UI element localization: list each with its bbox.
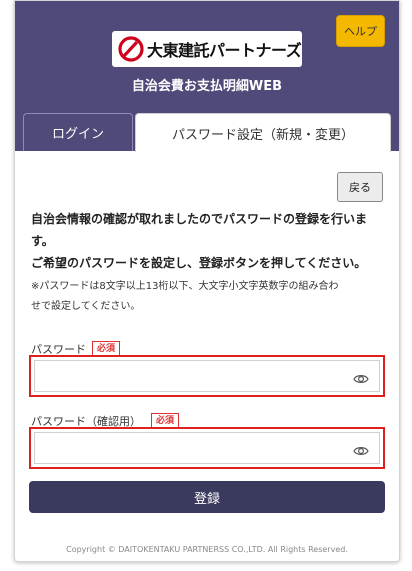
- message-line: 自治会情報の確認が取れましたのでパスワードの登録を行いま: [31, 212, 368, 226]
- note-line: せで設定してください。: [31, 301, 141, 312]
- header: ヘルプ 大東建託パートナーズ 自治会費お支払明細WEB ログイン パスワード設定…: [15, 1, 399, 152]
- message-line: す。: [31, 234, 54, 248]
- password-input[interactable]: [34, 360, 380, 392]
- password-rule-note: ※パスワードは8文字以上13桁以下、大文字小文字英数字の組み合わ せで設定してく…: [31, 277, 387, 317]
- tab-login[interactable]: ログイン: [23, 113, 133, 151]
- tab-password-setting[interactable]: パスワード設定（新規・変更）: [135, 113, 391, 152]
- register-button[interactable]: 登録: [29, 481, 385, 513]
- password-highlight: [29, 355, 385, 397]
- page-card: ヘルプ 大東建託パートナーズ 自治会費お支払明細WEB ログイン パスワード設定…: [14, 0, 400, 562]
- eye-icon[interactable]: [353, 371, 369, 387]
- company-logo: 大東建託パートナーズ: [112, 31, 302, 67]
- message-line: ご希望のパスワードを設定し、登録ボタンを押してください。: [31, 256, 367, 270]
- copyright: Copyright © DAITOKENTAKU PARTNERSS CO.,L…: [66, 545, 348, 554]
- instruction-message: 自治会情報の確認が取れましたのでパスワードの登録を行いま す。 ご希望のパスワー…: [31, 208, 387, 274]
- password-confirm-input[interactable]: [34, 432, 380, 464]
- password-confirm-highlight: [29, 427, 385, 469]
- site-subtitle: 自治会費お支払明細WEB: [131, 79, 283, 94]
- logo-mark-icon: [118, 36, 144, 62]
- logo-text: 大東建託パートナーズ: [147, 41, 302, 60]
- note-line: ※パスワードは8文字以上13桁以下、大文字小文字英数字の組み合わ: [31, 281, 339, 292]
- back-button[interactable]: 戻る: [337, 172, 383, 202]
- eye-icon[interactable]: [353, 443, 369, 459]
- help-button[interactable]: ヘルプ: [336, 15, 385, 47]
